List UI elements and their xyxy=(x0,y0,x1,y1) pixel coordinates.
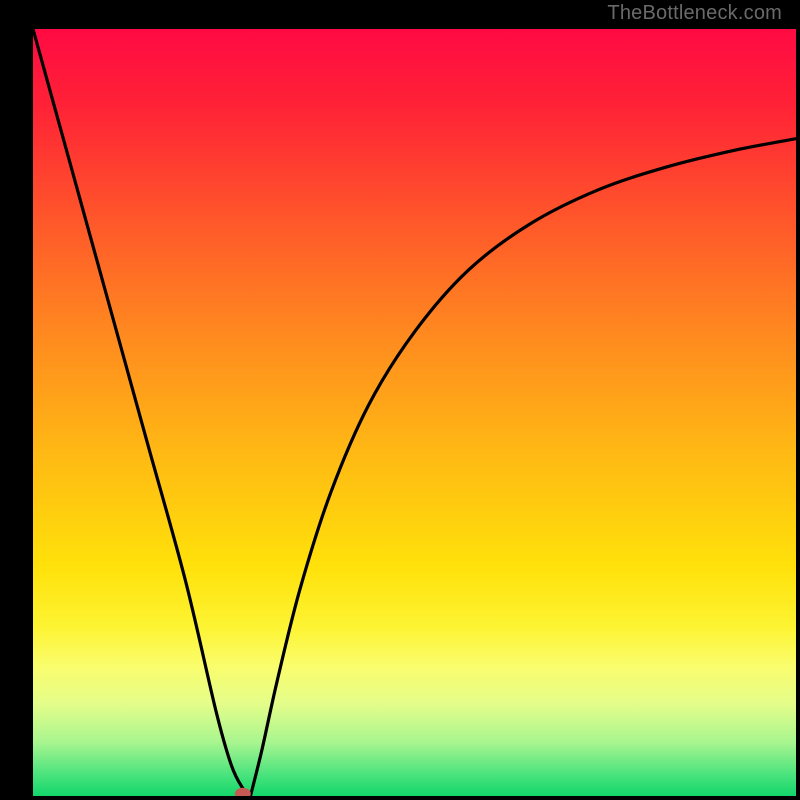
minimum-marker xyxy=(235,788,251,800)
bottleneck-chart xyxy=(0,0,800,800)
chart-frame: TheBottleneck.com xyxy=(0,0,800,800)
gradient-background xyxy=(33,29,796,796)
